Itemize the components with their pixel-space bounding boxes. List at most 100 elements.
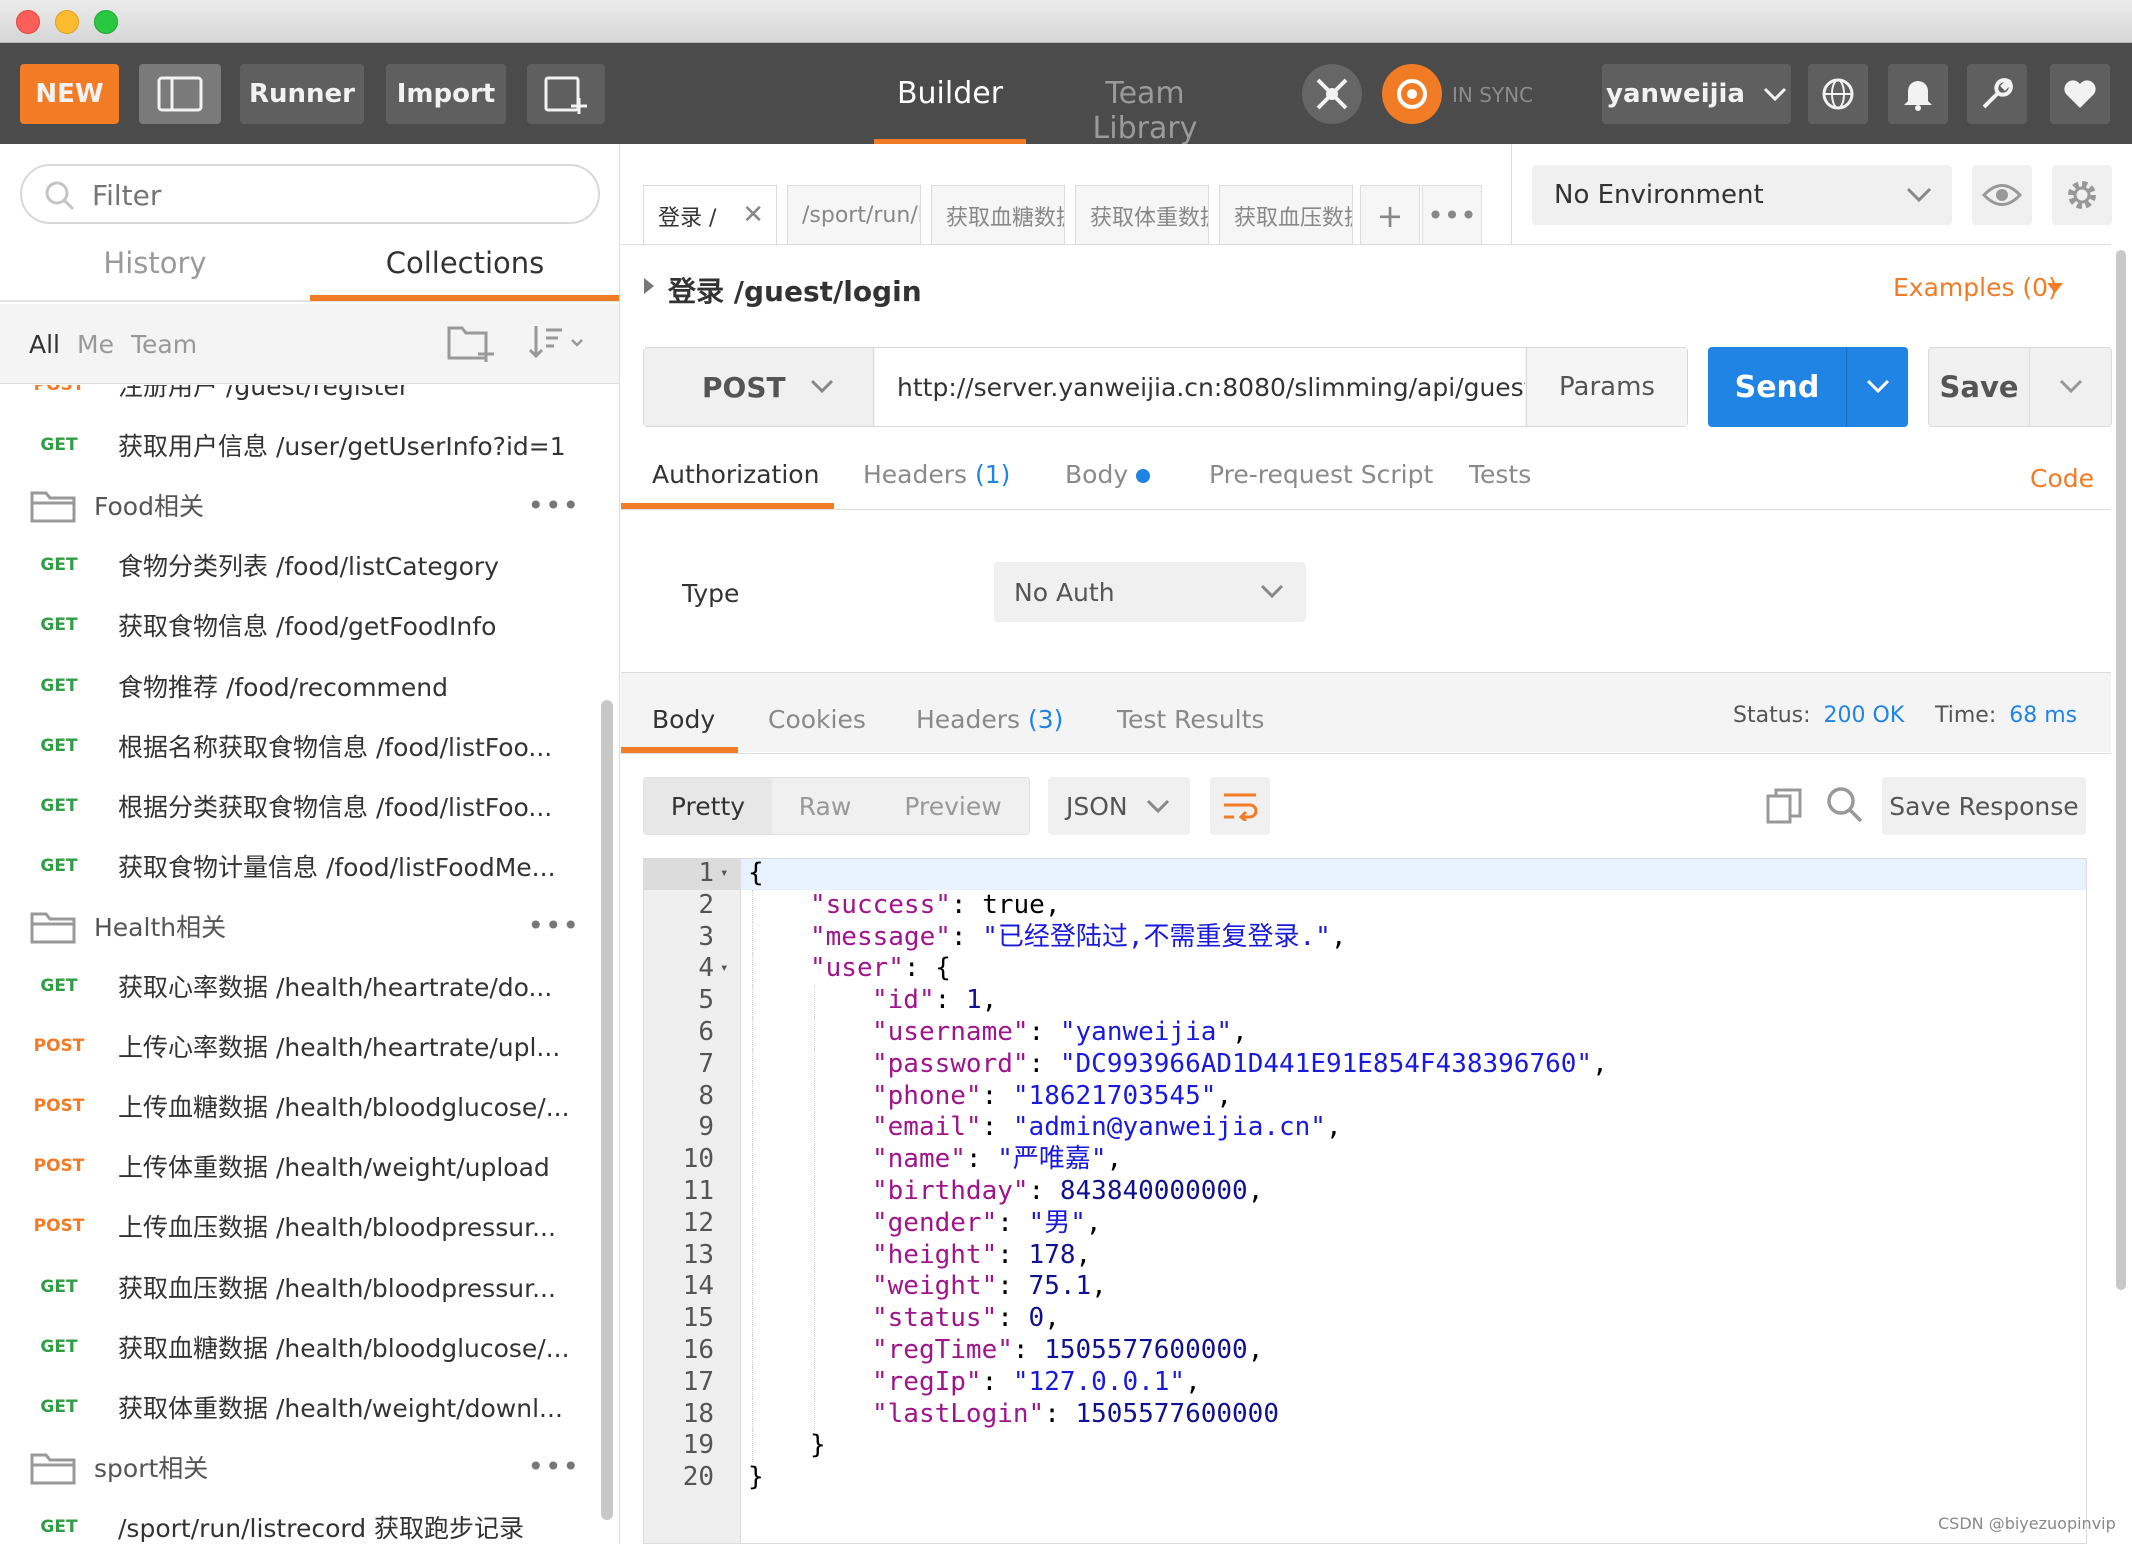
- interceptor-button[interactable]: [1302, 64, 1362, 124]
- method-select[interactable]: POST: [644, 348, 874, 426]
- save-response-button[interactable]: Save Response: [1882, 777, 2086, 835]
- request-item[interactable]: POST 上传心率数据 /health/heartrate/upl...: [0, 1016, 600, 1076]
- wrap-lines-button[interactable]: [1210, 777, 1270, 835]
- preview-view-button[interactable]: Preview: [878, 778, 1028, 834]
- sync-button[interactable]: [1382, 64, 1442, 124]
- pretty-view-button[interactable]: Pretty: [644, 778, 772, 834]
- caret-right-icon[interactable]: [642, 276, 656, 296]
- request-tab[interactable]: 获取血糖数据: [931, 185, 1065, 245]
- user-menu[interactable]: yanweijia: [1602, 64, 1791, 124]
- sort-icon[interactable]: [528, 322, 588, 362]
- examples-link[interactable]: Examples (0): [1893, 273, 2058, 302]
- request-item[interactable]: GET 根据名称获取食物信息 /food/listFoo...: [0, 716, 600, 776]
- request-item[interactable]: GET 获取食物信息 /food/getFoodInfo: [0, 595, 600, 655]
- code-link[interactable]: Code: [2030, 464, 2094, 493]
- manage-environments-button[interactable]: [2052, 165, 2112, 225]
- copy-icon[interactable]: [1766, 788, 1802, 824]
- params-button[interactable]: Params: [1526, 348, 1687, 426]
- request-tab[interactable]: 获取体重数据: [1075, 185, 1209, 245]
- send-options-button[interactable]: [1846, 347, 1908, 427]
- builder-tab[interactable]: Builder: [874, 76, 1026, 111]
- test-results-tab[interactable]: Test Results: [1117, 705, 1264, 734]
- body-tab[interactable]: Body: [1065, 460, 1151, 489]
- request-item[interactable]: POST 注册用户 /guest/register: [0, 385, 600, 415]
- request-item[interactable]: GET 根据分类获取食物信息 /food/listFoo...: [0, 776, 600, 836]
- request-item[interactable]: GET 获取食物计量信息 /food/listFoodMe...: [0, 836, 600, 896]
- request-tab[interactable]: /sport/run/l: [787, 185, 921, 245]
- close-window-button[interactable]: [16, 10, 40, 34]
- auth-type-select[interactable]: No Auth: [994, 562, 1306, 622]
- request-item[interactable]: POST 上传体重数据 /health/weight/upload: [0, 1136, 600, 1196]
- folder-item[interactable]: sport相关 •••: [0, 1437, 600, 1497]
- sidebar-scrollbar[interactable]: [601, 700, 613, 1520]
- save-options-button[interactable]: [2029, 348, 2111, 426]
- request-tab[interactable]: 登录 / ✕: [643, 185, 777, 246]
- send-button-group: Send: [1708, 347, 1908, 427]
- scope-all[interactable]: All: [29, 330, 60, 359]
- request-item[interactable]: GET 食物推荐 /food/recommend: [0, 656, 600, 716]
- team-library-tab[interactable]: Team Library: [1052, 76, 1238, 146]
- url-input[interactable]: http://server.yanweijia.cn:8080/slimming…: [875, 348, 1525, 426]
- minimize-window-button[interactable]: [55, 10, 79, 34]
- new-button[interactable]: NEW: [20, 64, 119, 124]
- request-item[interactable]: GET 获取血压数据 /health/bloodpressur...: [0, 1257, 600, 1317]
- indent-guide: [752, 1207, 753, 1240]
- folder-options-button[interactable]: •••: [527, 489, 580, 522]
- response-headers-tab[interactable]: Headers (3): [916, 705, 1063, 734]
- prerequest-script-tab[interactable]: Pre-request Script: [1209, 460, 1433, 489]
- notifications-button[interactable]: [1888, 64, 1948, 124]
- request-item[interactable]: POST 上传血糖数据 /health/bloodglucose/...: [0, 1076, 600, 1136]
- raw-view-button[interactable]: Raw: [772, 778, 878, 834]
- request-item[interactable]: GET 获取体重数据 /health/weight/downl...: [0, 1377, 600, 1437]
- settings-button[interactable]: [1967, 64, 2027, 124]
- method-value: POST: [702, 370, 786, 404]
- response-body-viewer[interactable]: 1 ▾{2 "success": true, 3 "message": "已经登陆过,不…: [643, 858, 2087, 1544]
- request-item[interactable]: GET 食物分类列表 /food/listCategory: [0, 535, 600, 595]
- globe-button[interactable]: [1808, 64, 1868, 124]
- request-item[interactable]: GET 获取血糖数据 /health/bloodglucose/...: [0, 1317, 600, 1377]
- caret-down-icon[interactable]: [2046, 282, 2064, 294]
- tab-options-button[interactable]: •••: [1422, 185, 1482, 245]
- new-tab-button[interactable]: [527, 64, 605, 124]
- environment-select[interactable]: No Environment: [1532, 165, 1952, 225]
- scope-me[interactable]: Me: [77, 330, 114, 359]
- json-key: "password": [872, 1048, 1029, 1079]
- headers-tab[interactable]: Headers (1): [863, 460, 1010, 489]
- main-scrollbar[interactable]: [2116, 250, 2126, 1290]
- response-body-tab[interactable]: Body: [652, 705, 715, 734]
- close-tab-icon[interactable]: ✕: [742, 200, 764, 230]
- fold-toggle-icon[interactable]: ▾: [720, 953, 728, 985]
- favorites-button[interactable]: [2050, 64, 2110, 124]
- json-punct: :: [934, 985, 966, 1016]
- request-item[interactable]: GET 获取用户信息 /user/getUserInfo?id=1: [0, 415, 600, 475]
- search-icon[interactable]: [1826, 786, 1864, 824]
- import-button[interactable]: Import: [386, 64, 506, 124]
- environment-quick-look-button[interactable]: [1972, 165, 2032, 225]
- runner-button[interactable]: Runner: [240, 64, 364, 124]
- add-tab-button[interactable]: +: [1360, 185, 1420, 245]
- request-item[interactable]: GET 获取心率数据 /health/heartrate/do...: [0, 956, 600, 1016]
- folder-item[interactable]: Health相关 •••: [0, 896, 600, 956]
- format-select[interactable]: JSON: [1048, 777, 1190, 835]
- collections-tab[interactable]: Collections: [310, 246, 619, 280]
- save-button[interactable]: Save: [1929, 348, 2029, 426]
- filter-input[interactable]: [92, 178, 572, 212]
- folder-item[interactable]: Food相关 •••: [0, 475, 600, 535]
- send-button[interactable]: Send: [1708, 347, 1846, 427]
- folder-options-button[interactable]: •••: [527, 909, 580, 942]
- new-collection-icon[interactable]: [446, 320, 496, 364]
- filter-box[interactable]: [20, 164, 600, 224]
- maximize-window-button[interactable]: [94, 10, 118, 34]
- tests-tab[interactable]: Tests: [1469, 460, 1531, 489]
- scope-team[interactable]: Team: [131, 330, 197, 359]
- request-item[interactable]: POST 上传血压数据 /health/bloodpressur...: [0, 1196, 600, 1256]
- fold-toggle-icon[interactable]: ▾: [720, 859, 728, 890]
- folder-options-button[interactable]: •••: [527, 1450, 580, 1483]
- response-cookies-tab[interactable]: Cookies: [768, 705, 866, 734]
- toggle-sidebar-button[interactable]: [139, 64, 221, 124]
- request-tab[interactable]: 获取血压数据: [1219, 185, 1353, 245]
- history-tab[interactable]: History: [0, 246, 310, 280]
- request-item[interactable]: GET/sport/run/listrecord 获取跑步记录: [0, 1497, 600, 1544]
- authorization-tab[interactable]: Authorization: [652, 460, 819, 489]
- request-title[interactable]: 登录 /guest/login: [668, 270, 922, 310]
